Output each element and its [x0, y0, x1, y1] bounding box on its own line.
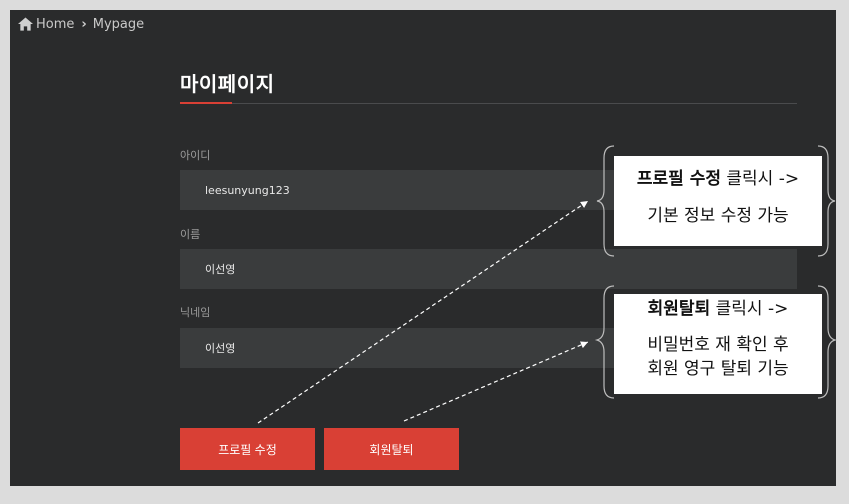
mypage-screen: Home › Mypage 마이페이지 아이디 leesunyung123 이름…: [10, 10, 836, 486]
withdraw-annotation-line2: 비밀번호 재 확인 후: [647, 335, 789, 355]
title-divider: [180, 103, 797, 104]
name-value: 이선영: [205, 263, 236, 276]
name-field[interactable]: 이선영: [180, 249, 797, 289]
edit-annotation: 프로필 수정 클릭시 -> 기본 정보 수정 가능: [614, 156, 822, 246]
home-icon[interactable]: [18, 17, 33, 31]
edit-annotation-bold: 프로필 수정: [636, 169, 721, 189]
withdraw-button[interactable]: 회원탈퇴: [324, 428, 459, 470]
edit-profile-button[interactable]: 프로필 수정: [180, 428, 315, 470]
withdraw-annotation-bold: 회원탈퇴: [647, 299, 711, 319]
nickname-value: 이선영: [205, 342, 236, 355]
id-value: leesunyung123: [205, 183, 290, 197]
id-label: 아이디: [180, 149, 211, 162]
nickname-label: 닉네임: [180, 306, 211, 319]
page-title: 마이페이지: [180, 72, 275, 96]
breadcrumb-home-link[interactable]: Home: [36, 17, 74, 32]
edit-annotation-rest: 클릭시 ->: [721, 169, 800, 189]
withdraw-annotation-line3: 회원 영구 탈퇴 기능: [647, 359, 789, 379]
breadcrumb: Home › Mypage: [18, 15, 144, 33]
edit-annotation-line2: 기본 정보 수정 가능: [647, 206, 789, 226]
breadcrumb-current: Mypage: [92, 16, 145, 32]
name-label: 이름: [180, 228, 201, 241]
withdraw-annotation: 회원탈퇴 클릭시 -> 비밀번호 재 확인 후 회원 영구 탈퇴 기능: [614, 294, 822, 394]
title-accent-bar: [180, 102, 232, 104]
withdraw-annotation-rest: 클릭시 ->: [710, 299, 789, 319]
chevron-right-icon: ›: [81, 16, 87, 32]
